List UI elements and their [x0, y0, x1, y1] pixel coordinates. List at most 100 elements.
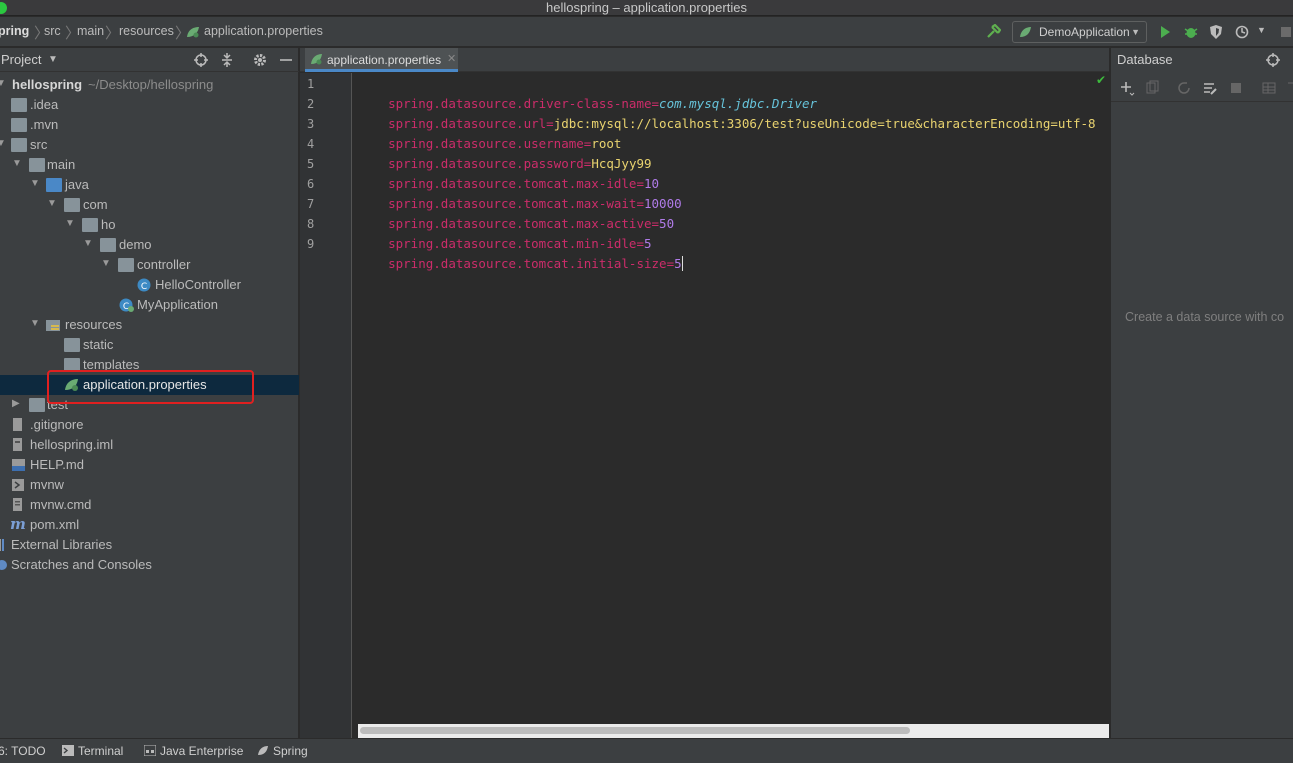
- tree-item-static[interactable]: static: [0, 335, 299, 355]
- todo-tab[interactable]: 6: TODO: [0, 744, 46, 758]
- table-icon[interactable]: [1261, 80, 1277, 96]
- property-value: jdbc:mysql://localhost:3306/test?useUnic…: [553, 116, 1096, 131]
- refresh-icon[interactable]: [1176, 80, 1192, 96]
- code-line[interactable]: spring.datasource.password=HcqJyy99: [358, 134, 651, 171]
- expand-arrow-icon[interactable]: ▼: [0, 138, 6, 149]
- tree-item-project-root[interactable]: ▼ hellospring ~/Desktop/hellospring: [0, 75, 299, 95]
- tab-application-properties[interactable]: application.properties ✕: [305, 48, 458, 72]
- tree-item-demo[interactable]: ▼ demo: [0, 235, 299, 255]
- expand-arrow-icon[interactable]: ▼: [47, 198, 57, 209]
- java-enterprise-tab[interactable]: Java Enterprise: [144, 744, 243, 758]
- code-line[interactable]: spring.datasource.tomcat.initial-size=5: [358, 234, 683, 271]
- expand-arrow-icon[interactable]: ▼: [101, 258, 111, 269]
- chevron-down-icon[interactable]: ▼: [48, 54, 58, 65]
- breadcrumb-main[interactable]: main: [77, 24, 104, 38]
- profiler-icon[interactable]: [1235, 24, 1251, 40]
- resources-folder-icon: [46, 320, 60, 331]
- tree-item-label: main: [47, 157, 76, 172]
- locate-crosshair-icon[interactable]: [193, 52, 209, 68]
- package-icon: [64, 198, 80, 212]
- java-enterprise-tab-label: Java Enterprise: [160, 744, 244, 758]
- run-icon[interactable]: [1157, 24, 1173, 40]
- tree-item-controller[interactable]: ▼ controller: [0, 255, 299, 275]
- tree-item-java[interactable]: ▼ java: [0, 175, 299, 195]
- expand-arrow-icon[interactable]: ▼: [83, 238, 93, 249]
- tree-item-mvnw-cmd[interactable]: mvnw.cmd: [0, 495, 299, 515]
- code-line[interactable]: spring.datasource.tomcat.max-wait=10000: [358, 174, 682, 211]
- tree-item-iml[interactable]: hellospring.iml: [0, 435, 299, 455]
- tree-item-myapplication[interactable]: C MyApplication: [0, 295, 299, 315]
- code-line[interactable]: spring.datasource.tomcat.max-active=50: [358, 194, 674, 231]
- build-hammer-icon[interactable]: [985, 24, 1001, 40]
- copy-icon[interactable]: [1144, 80, 1160, 96]
- tree-item-mvnw[interactable]: mvnw: [0, 475, 299, 495]
- close-icon[interactable]: ✕: [447, 52, 456, 65]
- code-line[interactable]: spring.datasource.tomcat.max-idle=10: [358, 154, 659, 191]
- breadcrumb-src[interactable]: src: [44, 24, 61, 38]
- line-number: 3: [307, 117, 315, 131]
- folder-icon: [64, 338, 80, 352]
- collapse-arrow-icon[interactable]: ▶: [12, 398, 20, 409]
- tree-item-help-md[interactable]: HELP.md: [0, 455, 299, 475]
- code-line[interactable]: spring.datasource.url=jdbc:mysql://local…: [358, 94, 1095, 131]
- gear-icon[interactable]: [252, 52, 268, 68]
- tree-item-main[interactable]: ▼ main: [0, 155, 299, 175]
- expand-arrow-icon[interactable]: ▼: [30, 318, 40, 329]
- terminal-tab[interactable]: Terminal: [62, 744, 123, 758]
- window-zoom-button[interactable]: [0, 2, 7, 14]
- horizontal-scrollbar[interactable]: [358, 724, 1109, 738]
- filter-icon[interactable]: [1287, 80, 1293, 96]
- tree-item-src[interactable]: ▼ src: [0, 135, 299, 155]
- code-line[interactable]: spring.datasource.tomcat.min-idle=5: [358, 214, 651, 251]
- add-icon[interactable]: [1119, 80, 1135, 96]
- breadcrumb-resources[interactable]: resources: [119, 24, 174, 38]
- scrollbar-thumb[interactable]: [360, 727, 910, 734]
- shell-script-icon: [12, 479, 24, 491]
- code-line[interactable]: spring.datasource.username=root: [358, 114, 621, 151]
- breadcrumb-file[interactable]: application.properties: [204, 24, 323, 38]
- tree-item-gitignore[interactable]: .gitignore: [0, 415, 299, 435]
- breadcrumb-project[interactable]: pring: [0, 24, 29, 38]
- tree-item-label: controller: [137, 257, 191, 272]
- tree-item-idea[interactable]: .idea: [0, 95, 299, 115]
- property-value: 50: [659, 216, 675, 231]
- tree-item-ho[interactable]: ▼ ho: [0, 215, 299, 235]
- tree-item-com[interactable]: ▼ com: [0, 195, 299, 215]
- window-titlebar: hellospring – application.properties: [0, 0, 1293, 16]
- locate-crosshair-icon[interactable]: [1265, 52, 1281, 68]
- spring-tab[interactable]: Spring: [257, 744, 308, 758]
- tree-item-pom-xml[interactable]: m pom.xml: [0, 515, 299, 535]
- tree-item-scratches[interactable]: Scratches and Consoles: [0, 555, 299, 575]
- tree-item-mvn[interactable]: .mvn: [0, 115, 299, 135]
- tree-item-label: MyApplication: [137, 297, 218, 312]
- tree-item-label: hellospring: [12, 77, 83, 92]
- database-empty-hint[interactable]: Create a data source with co: [1125, 310, 1284, 324]
- chevron-down-icon[interactable]: ▼: [1257, 25, 1266, 35]
- inspection-ok-icon[interactable]: ✔: [1096, 73, 1106, 87]
- java-class-icon: C: [137, 278, 151, 292]
- maven-icon: m: [10, 515, 26, 533]
- breadcrumb-separator: 〉: [105, 25, 121, 42]
- expand-arrow-icon[interactable]: ▼: [65, 218, 75, 229]
- minimize-icon[interactable]: [278, 52, 294, 68]
- debug-bug-icon[interactable]: [1183, 24, 1199, 40]
- coverage-shield-icon[interactable]: [1208, 24, 1224, 40]
- expand-arrow-icon[interactable]: ▼: [12, 158, 22, 169]
- collapse-all-icon[interactable]: [219, 52, 235, 68]
- tab-label: application.properties: [327, 53, 442, 67]
- tree-item-resources[interactable]: ▼ resources: [0, 315, 299, 335]
- tree-item-path: ~/Desktop/hellospring: [88, 77, 214, 92]
- stop-icon[interactable]: [1228, 80, 1244, 96]
- expand-arrow-icon[interactable]: ▼: [0, 78, 6, 89]
- run-configuration-select[interactable]: DemoApplication ▼: [1012, 21, 1147, 43]
- line-number: 9: [307, 237, 315, 251]
- project-panel-title[interactable]: Project: [1, 52, 41, 67]
- window-title: hellospring – application.properties: [546, 0, 747, 15]
- expand-arrow-icon[interactable]: ▼: [30, 178, 40, 189]
- tree-item-external-libraries[interactable]: External Libraries: [0, 535, 299, 555]
- stop-icon[interactable]: [1278, 24, 1293, 40]
- tree-item-hellocontroller[interactable]: C HelloController: [0, 275, 299, 295]
- code-line[interactable]: spring.datasource.driver-class-name=com.…: [358, 74, 817, 111]
- properties-wrench-icon[interactable]: [1202, 80, 1218, 96]
- code-editor[interactable]: spring.datasource.driver-class-name=com.…: [353, 73, 1109, 738]
